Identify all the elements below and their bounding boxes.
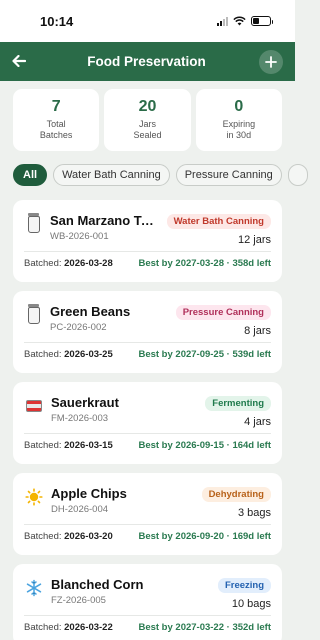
batch-card[interactable]: Sauerkraut FM-2026-003 Fermenting 4 jars… [13,382,282,464]
plus-icon [265,55,277,68]
tin-icon [26,400,42,412]
back-button[interactable] [12,52,34,71]
arrow-left-icon [12,54,27,68]
filter-chip-pressure[interactable]: Pressure Canning [175,164,282,186]
status-time: 10:14 [40,13,74,29]
filter-chip-all[interactable]: All [13,164,48,186]
batched-info: Batched: 2026-03-15 [24,440,113,451]
snowflake-icon [24,579,44,615]
batched-info: Batched: 2026-03-20 [24,531,113,542]
batch-name: San Marzano To... [50,213,158,228]
stat-label: Jars Sealed [133,119,162,140]
jar-icon [28,304,40,324]
batch-qty: 10 bags [231,598,271,610]
page-title: Food Preservation [87,54,206,69]
status-icons [217,16,273,26]
batch-card[interactable]: Green Beans PC-2026-002 Pressure Canning… [13,291,282,373]
best-by-info: Best by 2027-09-25 · 539d left [138,349,271,360]
filter-chip-more[interactable] [287,164,308,186]
batched-info: Batched: 2026-03-28 [24,258,113,269]
filter-chip-water-bath[interactable]: Water Bath Canning [53,164,170,186]
batch-qty: 12 jars [237,234,271,246]
best-by-info: Best by 2026-09-20 · 169d left [138,531,271,542]
best-by-info: Best by 2027-03-28 · 358d left [138,258,271,269]
sun-icon [24,488,44,524]
stat-expiring: 0 Expiring in 30d [195,89,282,151]
stats-row: 7 Total Batches 20 Jars Sealed 0 Expiring i… [0,81,295,151]
stat-label: Expiring in 30d [222,119,256,140]
batch-name: Blanched Corn [51,577,144,592]
best-by-info: Best by 2027-03-22 · 352d left [138,622,271,633]
method-badge: Fermenting [205,396,271,411]
batch-qty: 8 jars [244,325,271,337]
batch-card[interactable]: San Marzano To... WB-2026-001 Water Bath… [13,200,282,282]
batch-name: Apple Chips [51,486,127,501]
add-batch-button[interactable] [259,49,283,74]
batch-card[interactable]: Blanched Corn FZ-2026-005 Freezing 10 ba… [13,564,282,640]
best-by-info: Best by 2026-09-15 · 164d left [138,440,271,451]
stat-jars-sealed: 20 Jars Sealed [104,89,191,151]
stat-value: 7 [51,98,61,115]
stat-label: Total Batches [39,119,73,140]
batch-name: Sauerkraut [51,395,119,410]
batch-qty: 3 bags [237,507,271,519]
method-badge: Pressure Canning [175,305,271,320]
batch-card[interactable]: Apple Chips DH-2026-004 Dehydrating 3 ba… [13,473,282,555]
method-badge: Freezing [217,578,271,593]
filter-chips: All Water Bath Canning Pressure Canning [0,151,308,186]
signal-icon [217,16,228,26]
batch-name: Green Beans [50,304,131,319]
stat-total-batches: 7 Total Batches [13,89,100,151]
status-bar: 10:14 [0,0,295,42]
method-badge: Water Bath Canning [166,214,271,229]
batched-info: Batched: 2026-03-25 [24,349,113,360]
wifi-icon [233,16,246,26]
jar-icon [28,213,40,233]
stat-value: 0 [234,98,244,115]
batch-qty: 4 jars [244,416,271,428]
batch-list: San Marzano To... WB-2026-001 Water Bath… [0,186,295,640]
method-badge: Dehydrating [201,487,271,502]
app-bar: Food Preservation [0,42,295,81]
batched-info: Batched: 2026-03-22 [24,622,113,633]
battery-icon [251,16,273,26]
stat-value: 20 [138,98,157,115]
